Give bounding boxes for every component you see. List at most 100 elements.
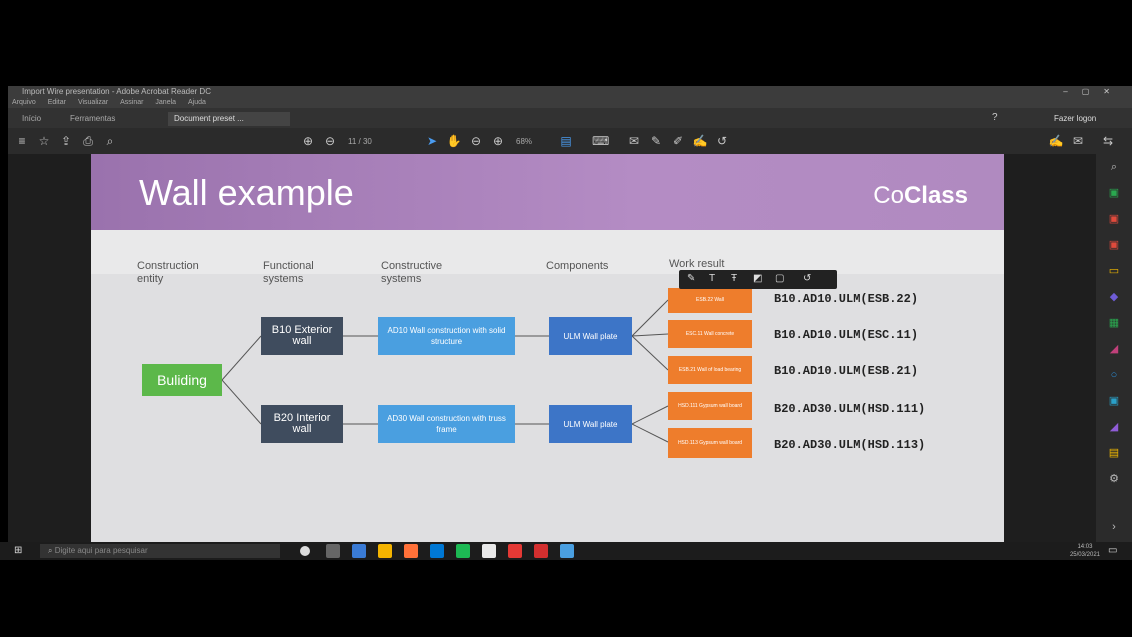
classification-code: B10.AD10.ULM(ESB.21) (774, 364, 919, 378)
tab-home[interactable]: Início (16, 112, 47, 126)
redact-icon[interactable]: ◢ (1106, 342, 1122, 356)
mail-icon[interactable]: ✉ (1070, 133, 1086, 149)
classification-code: B10.AD10.ULM(ESC.11) (774, 328, 919, 342)
edit-pdf-icon[interactable]: ▣ (1106, 238, 1122, 252)
node-component: ULM Wall plate (549, 317, 632, 355)
search-icon[interactable]: ⌕ (1106, 160, 1122, 174)
chrome-icon[interactable] (378, 544, 392, 558)
sign-tool-icon[interactable]: ✍ (1048, 133, 1064, 149)
node-work-result: ESC.11 Wall concrete (668, 320, 752, 348)
select-cursor-icon[interactable]: ➤ (424, 133, 440, 149)
node-component: ULM Wall plate (549, 405, 632, 443)
menu-item-view[interactable]: Visualizar (78, 99, 108, 106)
star-icon[interactable]: ☆ (36, 133, 52, 149)
opera-icon[interactable] (508, 544, 522, 558)
text-box-icon[interactable]: Ŧ (731, 273, 737, 284)
search-icon[interactable]: ⌕ (102, 133, 118, 149)
windows-start-icon[interactable]: ⊞ (14, 545, 22, 556)
organize-icon[interactable]: ▦ (1106, 316, 1122, 330)
select-icon[interactable]: ▢ (775, 273, 784, 284)
toolbar: ≡ ☆ ⇪ ⎙ ⌕ ⊕ ⊖ 11 / 30 ➤ ✋ ⊖ ⊕ 68% ▤ ⌨ ✉ … (8, 128, 1132, 154)
scan-icon[interactable]: ▣ (1106, 394, 1122, 408)
menu-item-sign[interactable]: Assinar (120, 99, 143, 106)
share-icon[interactable]: ⇆ (1100, 133, 1116, 149)
fit-page-icon[interactable]: ▤ (558, 133, 574, 149)
tab-tools[interactable]: Ferramentas (64, 112, 121, 126)
node-functional-system: B20 Interior wall (261, 405, 343, 443)
hand-icon[interactable]: ✋ (446, 133, 462, 149)
node-work-result: HSD.111 Gypsum wall board (668, 392, 752, 420)
tools-panel: ⌕ ▣ ▣ ▣ ▭ ◆ ▦ ◢ ○ ▣ ◢ ▤ ⚙ › (1096, 154, 1132, 542)
comment-icon[interactable]: ▭ (1106, 264, 1122, 278)
page-down-icon[interactable]: ⊖ (322, 133, 338, 149)
eraser-icon[interactable]: ◩ (753, 273, 762, 284)
export-pdf-icon[interactable]: ▣ (1106, 212, 1122, 226)
menu-bar: Arquivo Editar Visualizar Assinar Janela… (8, 98, 1132, 108)
document-icon[interactable]: ▤ (1106, 446, 1122, 460)
highlight-icon[interactable]: ✐ (670, 133, 686, 149)
taskbar-search[interactable]: ⌕ Digite aqui para pesquisar (40, 544, 280, 558)
pencil-icon[interactable]: ✎ (687, 273, 695, 284)
store-icon[interactable] (482, 544, 496, 558)
annotation-toolbar: ✎ T Ŧ ◩ ▢ ↺ (679, 270, 837, 289)
text-icon[interactable]: T (709, 273, 715, 284)
window-controls[interactable]: –▢✕ (1063, 86, 1124, 98)
clock-date: 25/03/2021 (1069, 552, 1100, 558)
tab-bar: Início Ferramentas Document preset ... ?… (8, 108, 1132, 128)
protect-icon[interactable]: ○ (1106, 368, 1122, 382)
print-icon[interactable]: ⎙ (80, 133, 96, 149)
node-constructive-system: AD10 Wall construction with solid struct… (378, 317, 515, 355)
title-bar: Import Wire presentation - Adobe Acrobat… (8, 86, 1132, 98)
sign-in-link[interactable]: Fazer logon (1054, 114, 1096, 123)
menu-item-window[interactable]: Janela (155, 99, 176, 106)
spotify-icon[interactable] (456, 544, 470, 558)
page-number[interactable]: 11 / 30 (348, 137, 372, 146)
undo-icon[interactable]: ↺ (714, 133, 730, 149)
fill-sign-icon[interactable]: ◢ (1106, 420, 1122, 434)
classification-code: B20.AD30.ULM(HSD.113) (774, 438, 926, 452)
slide: Wall example CoClass Construction entity… (91, 154, 1004, 542)
classification-code: B20.AD30.ULM(HSD.111) (774, 402, 926, 416)
clock-time: 14:03 (1077, 544, 1093, 550)
window-title: Import Wire presentation - Adobe Acrobat… (22, 87, 211, 96)
file-explorer-icon[interactable] (352, 544, 366, 558)
edge-icon[interactable] (430, 544, 444, 558)
page-up-icon[interactable]: ⊕ (300, 133, 316, 149)
menu-item-edit[interactable]: Editar (48, 99, 66, 106)
node-building: Buliding (142, 364, 222, 396)
search-placeholder: Digite aqui para pesquisar (54, 546, 148, 555)
classification-code: B10.AD10.ULM(ESB.22) (774, 292, 919, 306)
firefox-icon[interactable] (404, 544, 418, 558)
search-icon: ⌕ (48, 546, 53, 555)
help-icon[interactable]: ? (992, 112, 998, 123)
comment-icon[interactable]: ✉ (626, 133, 642, 149)
upload-icon[interactable]: ⇪ (58, 133, 74, 149)
acrobat-icon[interactable] (534, 544, 548, 558)
keyboard-icon[interactable]: ⌨ (592, 133, 609, 149)
connector-lines (221, 299, 669, 443)
menu-item-help[interactable]: Ajuda (188, 99, 206, 106)
sidebar-toggle-icon[interactable]: ≡ (14, 133, 30, 149)
notifications-icon[interactable]: ▭ (1108, 545, 1117, 556)
zoom-level[interactable]: 68% (516, 137, 532, 146)
undo-icon[interactable]: ↺ (803, 273, 811, 284)
create-pdf-icon[interactable]: ▣ (1106, 186, 1122, 200)
system-clock[interactable]: 14:03 25/03/2021 (1070, 543, 1100, 559)
collapse-panel-icon[interactable]: › (1106, 520, 1122, 534)
menu-item-file[interactable]: Arquivo (12, 99, 36, 106)
more-tools-icon[interactable]: ⚙ (1106, 472, 1122, 486)
combine-icon[interactable]: ◆ (1106, 290, 1122, 304)
zoom-in-icon[interactable]: ⊕ (490, 133, 506, 149)
node-work-result: ESB.22 Wall (668, 288, 752, 313)
node-constructive-system: AD30 Wall construction with truss frame (378, 405, 515, 443)
node-functional-system: B10 Exterior wall (261, 317, 343, 355)
zoom-out-icon[interactable]: ⊖ (468, 133, 484, 149)
teams-icon[interactable] (560, 544, 574, 558)
pen-icon[interactable]: ✎ (648, 133, 664, 149)
sign-icon[interactable]: ✍ (692, 133, 708, 149)
task-view-icon[interactable] (326, 544, 340, 558)
node-work-result: HSD.113 Gypsum wall board (668, 428, 752, 458)
tab-document[interactable]: Document preset ... (168, 112, 290, 126)
node-work-result: ESB.21 Wall of load bearing (668, 356, 752, 384)
cortana-icon[interactable] (300, 546, 310, 556)
